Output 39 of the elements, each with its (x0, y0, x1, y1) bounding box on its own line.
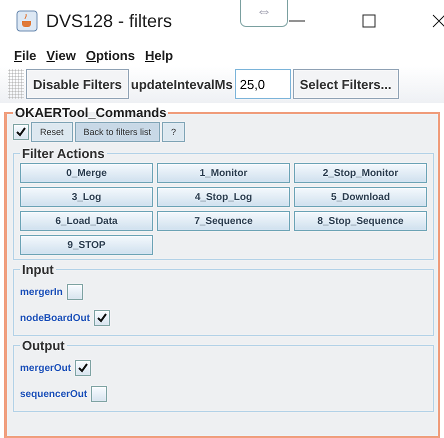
checkbox[interactable] (94, 310, 110, 326)
checkbox[interactable] (75, 360, 92, 376)
toolbar-grip[interactable] (8, 69, 24, 99)
disable-filters-button[interactable]: Disable Filters (26, 69, 129, 99)
panel-title: OKAERTool_Commands (14, 105, 168, 120)
checkbox[interactable] (13, 124, 29, 140)
action-button[interactable]: 1_Monitor (157, 163, 290, 183)
group-title: Input (21, 262, 55, 277)
action-button[interactable]: 0_Merge (20, 163, 153, 183)
action-button[interactable]: 6_Load_Data (20, 211, 153, 231)
option-label: sequencerOut (20, 388, 88, 400)
maximize-icon[interactable] (362, 14, 376, 28)
action-button[interactable]: 7_Sequence (157, 211, 290, 231)
group-title: Output (21, 338, 66, 353)
interval-label: updateIntevalMs (130, 76, 233, 92)
window-title: DVS128 - filters (46, 10, 172, 32)
action-button[interactable]: 3_Log (20, 187, 153, 207)
action-button[interactable]: 5_Download (294, 187, 427, 207)
action-button[interactable]: 4_Stop_Log (157, 187, 290, 207)
interval-field[interactable]: 25,0 (234, 69, 291, 99)
panel-button[interactable]: Reset (31, 122, 73, 142)
menu-item[interactable]: View (46, 48, 76, 63)
option-label: nodeBoardOut (20, 312, 90, 324)
panel-button[interactable]: ? (162, 122, 186, 142)
panel-button[interactable]: Back to filters list (74, 122, 160, 142)
close-icon[interactable] (432, 14, 444, 28)
group-title: Filter Actions (21, 146, 106, 161)
option-label: mergerOut (20, 362, 72, 374)
menu-item[interactable]: Options (86, 48, 135, 63)
checkbox[interactable] (91, 386, 108, 402)
action-button[interactable]: 8_Stop_Sequence (294, 211, 427, 231)
checkbox[interactable] (66, 284, 83, 300)
select-filters-button[interactable]: Select Filters... (292, 69, 398, 99)
java-cup-icon (16, 10, 38, 32)
option-label: mergerIn (20, 286, 63, 298)
menu-item[interactable]: Help (144, 48, 174, 63)
action-button[interactable]: 9_STOP (20, 235, 153, 255)
menu-item[interactable]: File (14, 48, 36, 63)
action-button[interactable]: 2_Stop_Monitor (294, 163, 427, 183)
